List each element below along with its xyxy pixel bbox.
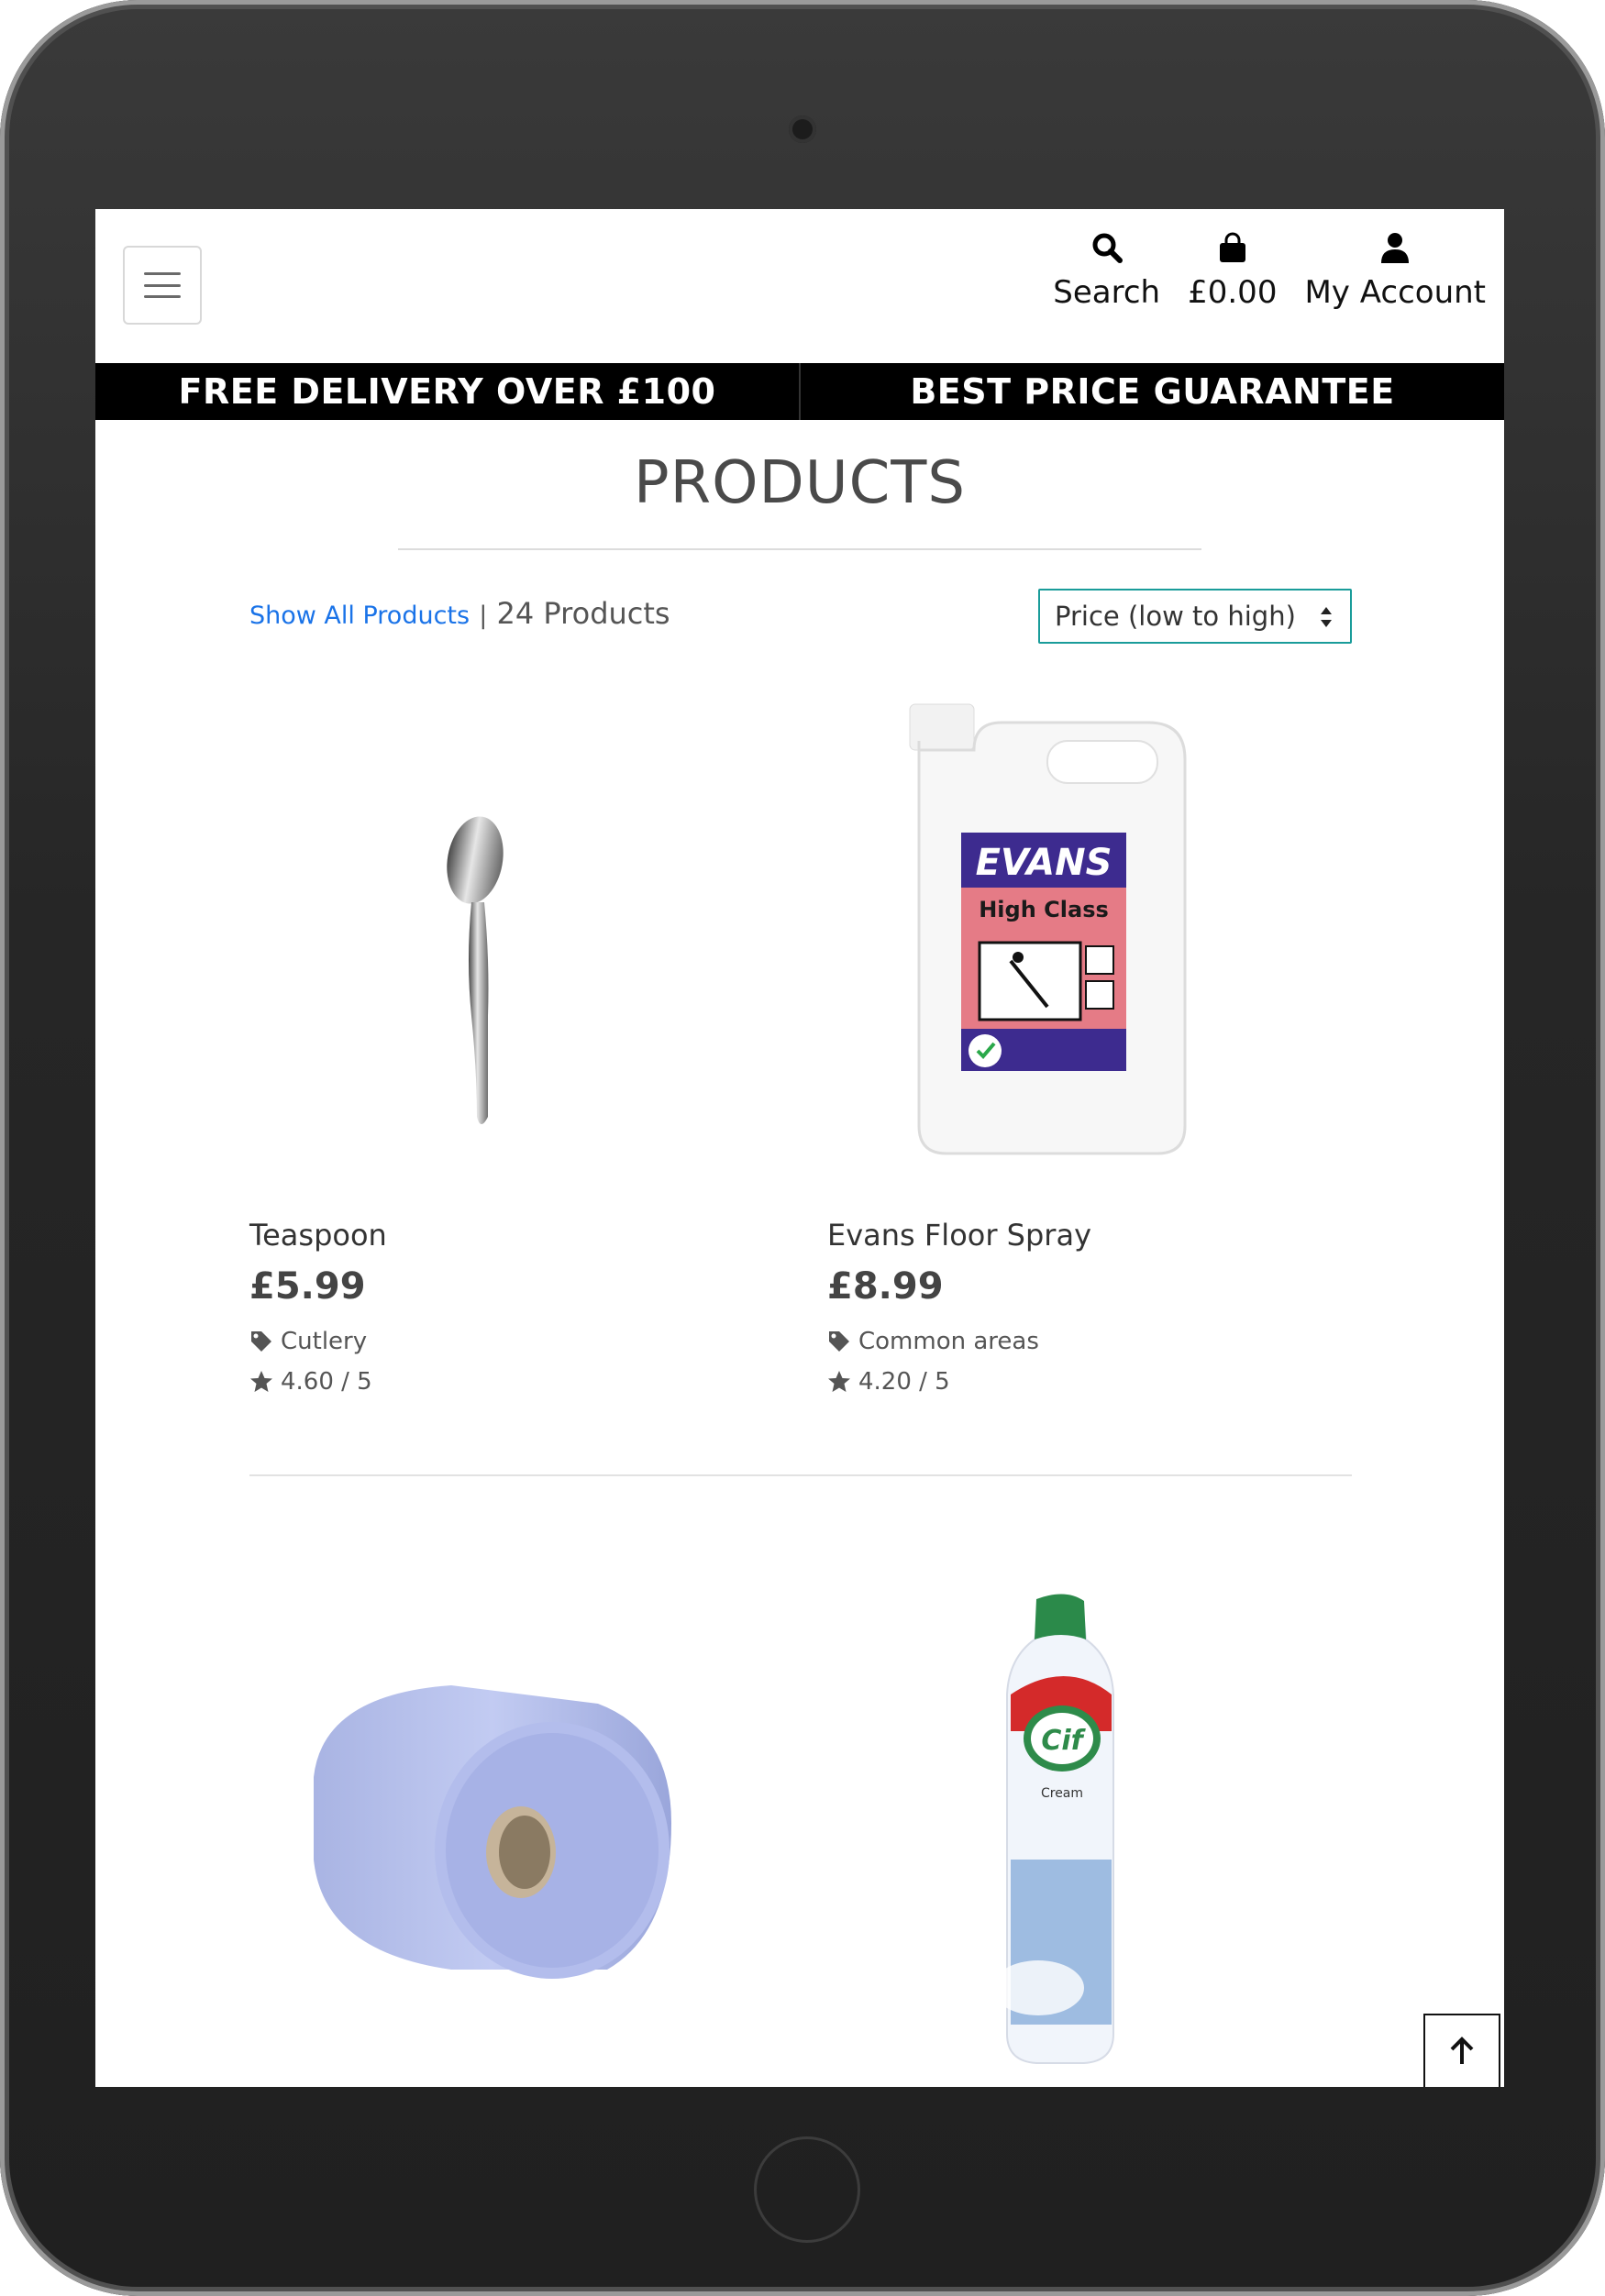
- product-name[interactable]: Teaspoon: [249, 1218, 387, 1253]
- sort-selected-value: Price (low to high): [1055, 601, 1296, 632]
- navbar: Search £0.00 My Account: [95, 209, 1504, 363]
- product-category-label: Common areas: [858, 1328, 1039, 1355]
- title-divider: [398, 548, 1201, 550]
- account-label: My Account: [1304, 274, 1486, 311]
- star-icon: [250, 1371, 272, 1392]
- product-card: Teaspoon £5.99 Cutlery 4.60 / 5: [213, 686, 745, 1419]
- product-category[interactable]: Common areas: [827, 1328, 1039, 1355]
- product-card: Cif Cream: [791, 1584, 1323, 2080]
- cart-link[interactable]: £0.00: [1188, 231, 1277, 308]
- cif-brand-text: Cif: [1041, 1725, 1086, 1757]
- product-rating-value: 4.60 / 5: [281, 1368, 372, 1396]
- star-icon: [828, 1371, 850, 1392]
- camera-icon: [789, 116, 816, 143]
- home-button[interactable]: [754, 2136, 860, 2243]
- sort-select[interactable]: Price (low to high): [1038, 589, 1352, 644]
- product-count: 24 Products: [496, 596, 670, 631]
- tablet-frame: Search £0.00 My Account FREE DELIVERY OV…: [0, 0, 1605, 2296]
- product-toolbar: Show All Products | 24 Products Price (l…: [249, 589, 1352, 647]
- product-count-area: Show All Products | 24 Products: [249, 596, 670, 631]
- menu-toggle-button[interactable]: [123, 246, 202, 325]
- page-title: PRODUCTS: [634, 449, 966, 517]
- tag-icon: [251, 1331, 271, 1352]
- promo-banner: FREE DELIVERY OVER £100 BEST PRICE GUARA…: [95, 363, 1504, 420]
- cif-desc-text: Cream: [1041, 1786, 1083, 1801]
- show-all-products-link[interactable]: Show All Products: [249, 602, 470, 630]
- tag-icon: [829, 1331, 849, 1352]
- user-icon: [1381, 233, 1410, 263]
- product-category-label: Cutlery: [281, 1328, 368, 1355]
- product-card: [213, 1584, 745, 2080]
- account-link[interactable]: My Account: [1304, 231, 1486, 308]
- blue-roll-image[interactable]: [213, 1584, 745, 2080]
- product-rating-value: 4.20 / 5: [858, 1368, 950, 1396]
- cart-total: £0.00: [1188, 274, 1278, 311]
- back-to-top-button[interactable]: [1423, 2014, 1500, 2087]
- product-rating: 4.60 / 5: [249, 1368, 372, 1396]
- screen: Search £0.00 My Account FREE DELIVERY OV…: [95, 209, 1504, 2087]
- evans-brand-text: EVANS: [976, 842, 1112, 884]
- shopping-bag-icon: [1219, 232, 1245, 262]
- cif-cream-image[interactable]: Cif Cream: [791, 1584, 1323, 2080]
- product-price: £8.99: [827, 1265, 944, 1308]
- price-guarantee-text: BEST PRICE GUARANTEE: [910, 371, 1395, 412]
- teaspoon-image[interactable]: [213, 686, 745, 1181]
- product-category[interactable]: Cutlery: [249, 1328, 367, 1355]
- free-delivery-text: FREE DELIVERY OVER £100: [178, 371, 716, 412]
- arrow-up-icon: [1450, 2037, 1474, 2064]
- row-divider: [249, 1474, 1352, 1476]
- product-card: EVANS High Class Evans Floor Spray £8.99…: [791, 686, 1323, 1419]
- hamburger-icon: [144, 272, 181, 298]
- separator: |: [479, 602, 488, 630]
- sort-arrows-icon: [1321, 607, 1332, 627]
- search-label: Search: [1053, 274, 1161, 311]
- search-link[interactable]: Search: [1053, 231, 1160, 308]
- nav-links: Search £0.00 My Account: [1053, 231, 1486, 308]
- evans-floor-spray-image[interactable]: EVANS High Class: [791, 686, 1323, 1181]
- product-price: £5.99: [249, 1265, 366, 1308]
- product-name[interactable]: Evans Floor Spray: [827, 1218, 1091, 1253]
- search-icon: [1092, 233, 1123, 263]
- evans-line-text: High Class: [979, 897, 1109, 922]
- product-rating: 4.20 / 5: [827, 1368, 950, 1396]
